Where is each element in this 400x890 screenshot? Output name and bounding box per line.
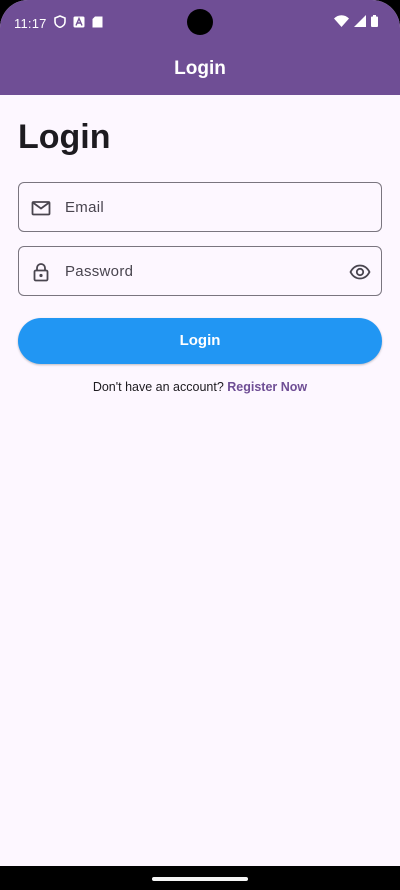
- email-label: Email: [65, 199, 105, 216]
- app-bar-title: Login: [174, 58, 226, 79]
- status-bar: 11:17: [0, 0, 400, 44]
- register-row: Don't have an account? Register Now: [0, 380, 400, 394]
- email-field[interactable]: Email: [18, 182, 382, 232]
- status-icons-right: [334, 15, 378, 27]
- mail-icon: [31, 201, 51, 216]
- wifi-icon: [334, 15, 349, 27]
- app-bar: 11:17 Login: [0, 0, 400, 95]
- password-label: Password: [65, 263, 134, 280]
- status-time: 11:17: [14, 16, 47, 31]
- home-gesture-handle[interactable]: [152, 877, 248, 881]
- register-prompt: Don't have an account?: [92, 380, 224, 394]
- signal-icon: [354, 15, 366, 27]
- sd-card-icon: [92, 16, 103, 27]
- a-badge-icon: [73, 16, 85, 27]
- password-field[interactable]: Password: [18, 246, 382, 296]
- page-heading: Login: [18, 118, 111, 156]
- shield-icon: [54, 15, 66, 28]
- status-icons-left: [54, 15, 103, 28]
- register-link[interactable]: Register Now: [227, 380, 307, 394]
- lock-icon: [33, 263, 49, 282]
- battery-icon: [371, 15, 378, 27]
- login-screen: 11:17 Login Login Email Password Login D…: [0, 0, 400, 890]
- login-button[interactable]: Login: [18, 318, 382, 364]
- eye-icon[interactable]: [349, 261, 371, 283]
- camera-cutout: [187, 9, 213, 35]
